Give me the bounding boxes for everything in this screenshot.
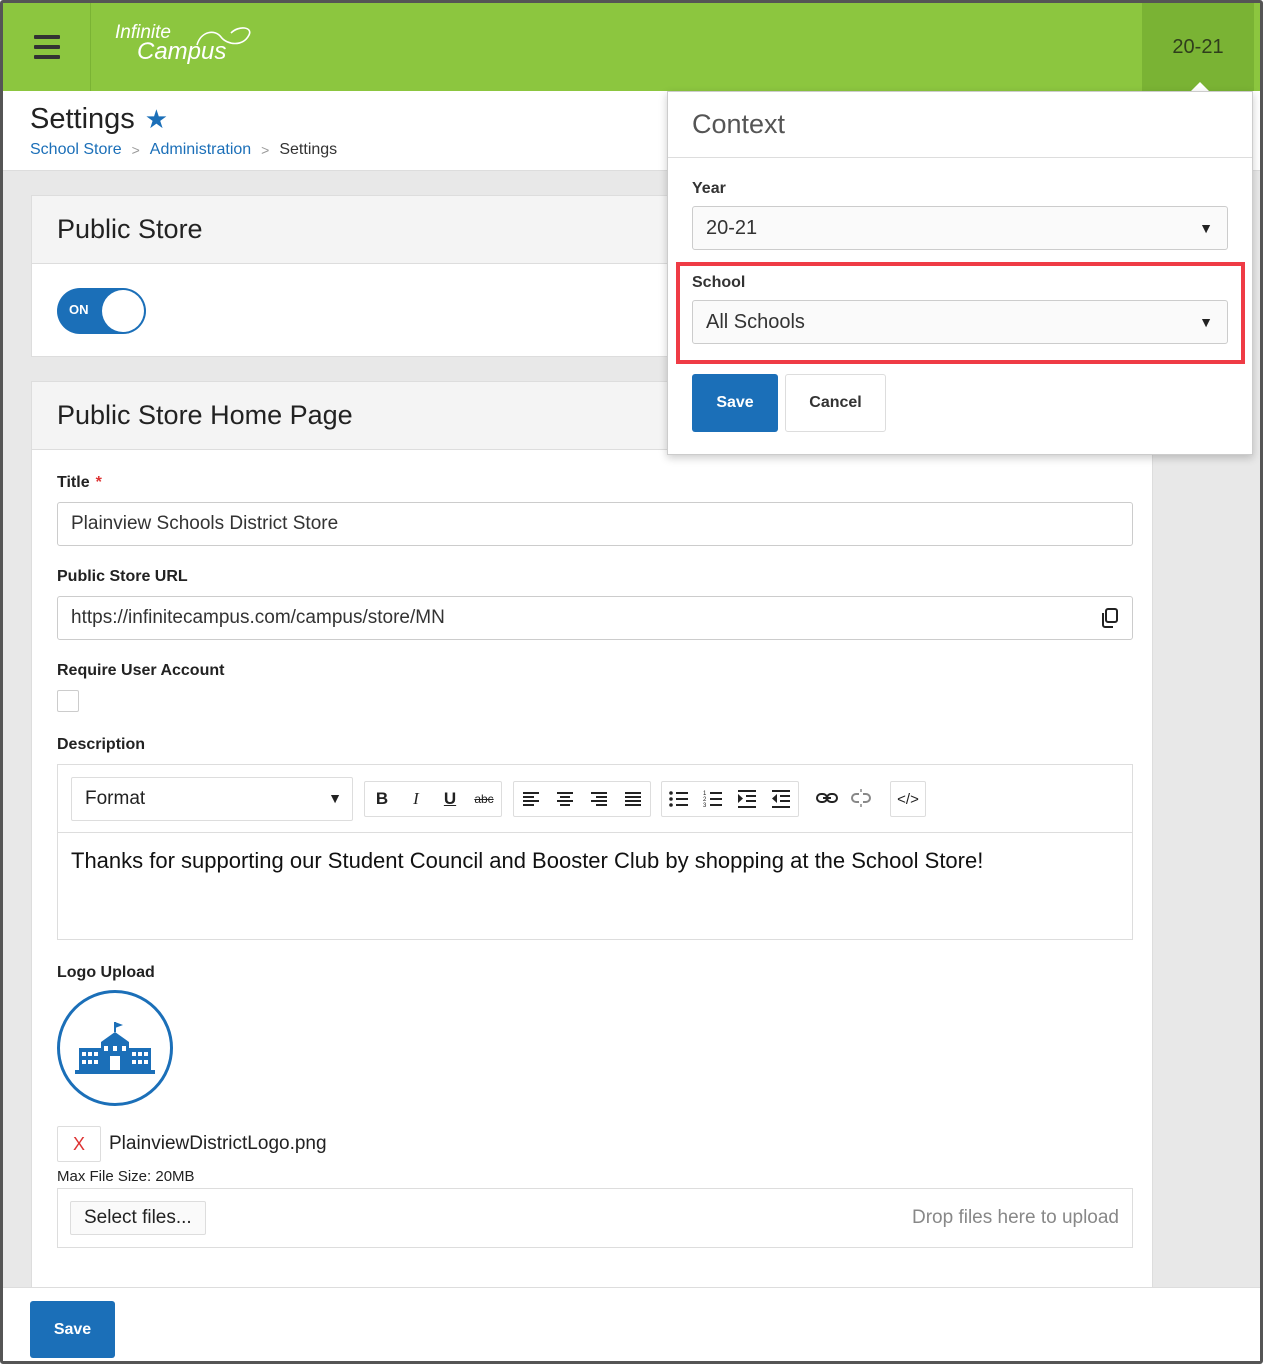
breadcrumb-settings: Settings [279,141,338,158]
page-title-text: Settings [30,103,135,135]
school-select-value: All Schools [706,310,805,333]
school-label: School [692,274,746,291]
context-save-button[interactable]: Save [692,374,778,432]
chevron-right-icon: > [261,142,270,158]
unlink-icon [851,789,871,807]
bullet-list-icon [669,791,688,807]
align-center-icon [557,792,573,806]
toggle-label: ON [69,302,89,317]
page-title: Settings ★ [30,103,168,136]
app-window: Infinite Campus 20-21 Settings ★ School … [0,0,1263,1364]
format-dropdown-value: Format [85,788,146,809]
align-right-button[interactable] [582,782,616,816]
editor-toolbar: Format ▼ B I U abc 123 </> [58,765,1132,833]
public-store-toggle[interactable]: ON [57,288,146,334]
link-button[interactable] [810,781,844,815]
year-select-value: 20-21 [706,216,758,239]
description-label: Description [57,736,146,753]
unlink-button[interactable] [844,781,878,815]
caret-down-icon: ▼ [328,790,342,806]
infinite-campus-logo[interactable]: Infinite Campus [115,23,251,64]
logo-preview [57,990,173,1106]
bullet-list-button[interactable] [662,782,696,816]
uploaded-file-row: X PlainviewDistrictLogo.png [57,1126,327,1162]
description-editor: Format ▼ B I U abc 123 </> Thanks for su… [57,764,1133,940]
drop-files-hint: Drop files here to upload [911,1207,1119,1228]
link-group [810,781,878,817]
public-store-url-field[interactable]: https://infinitecampus.com/campus/store/… [57,596,1133,640]
hamburger-icon [33,32,60,62]
uploaded-file-name: PlainviewDistrictLogo.png [109,1133,327,1154]
justify-button[interactable] [616,782,650,816]
justify-icon [625,792,641,806]
strikethrough-button[interactable]: abc [467,782,501,816]
copy-icon[interactable] [1100,607,1120,635]
chevron-right-icon: > [131,142,140,158]
description-text-area[interactable]: Thanks for supporting our Student Counci… [58,833,1132,889]
title-input[interactable]: Plainview Schools District Store [57,502,1133,546]
breadcrumb: School Store > Administration > Settings [30,141,337,159]
link-icon [816,793,838,803]
format-dropdown[interactable]: Format ▼ [71,777,353,821]
underline-button[interactable]: U [433,782,467,816]
context-popup: Context Year 20-21 ▼ School All Schools … [667,91,1253,455]
public-store-url-label: Public Store URL [57,568,188,585]
require-user-account-label: Require User Account [57,662,225,679]
list-indent-group: 123 [661,781,799,817]
svg-text:3: 3 [703,803,707,808]
required-asterisk: * [95,474,102,491]
italic-button[interactable]: I [399,782,433,816]
footer-action-bar: Save [3,1287,1260,1361]
file-drop-zone[interactable]: Select files... Drop files here to uploa… [57,1188,1133,1248]
school-select[interactable]: All Schools ▼ [692,300,1228,344]
view-html-button[interactable]: </> [891,782,925,816]
top-navigation-bar: Infinite Campus 20-21 [3,3,1260,92]
align-left-button[interactable] [514,782,548,816]
infinity-swirl-icon [196,27,251,46]
home-page-panel: Public Store Home Page Title * Plainview … [31,381,1153,1311]
context-year-selector[interactable]: 20-21 [1142,3,1254,92]
max-file-size-text: Max File Size: 20MB [57,1168,195,1185]
numbered-list-icon: 123 [703,791,722,808]
menu-button[interactable] [3,3,91,91]
toggle-knob [102,290,144,332]
source-group: </> [890,781,926,817]
outdent-button[interactable] [764,782,798,816]
bold-button[interactable]: B [365,782,399,816]
align-right-icon [591,792,607,806]
indent-icon [738,790,756,808]
caret-down-icon: ▼ [1199,220,1213,236]
numbered-list-button[interactable]: 123 [696,782,730,816]
breadcrumb-school-store[interactable]: School Store [30,141,122,159]
title-label: Title * [57,474,102,492]
context-popup-title: Context [668,92,1252,158]
breadcrumb-administration[interactable]: Administration [150,141,251,159]
require-user-account-checkbox[interactable] [57,690,79,712]
title-label-text: Title [57,474,90,491]
school-building-icon [75,1022,155,1074]
select-files-button[interactable]: Select files... [70,1201,206,1235]
outdent-icon [772,790,790,808]
year-label: Year [692,180,726,197]
year-select[interactable]: 20-21 ▼ [692,206,1228,250]
logo-upload-label: Logo Upload [57,964,155,981]
caret-down-icon: ▼ [1199,314,1213,330]
align-center-button[interactable] [548,782,582,816]
indent-button[interactable] [730,782,764,816]
favorite-star-icon[interactable]: ★ [145,104,168,135]
context-cancel-button[interactable]: Cancel [785,374,886,432]
align-left-icon [523,792,539,806]
public-store-url-value: https://infinitecampus.com/campus/store/… [71,607,445,628]
alignment-group [513,781,651,817]
remove-file-button[interactable]: X [57,1126,101,1162]
save-button[interactable]: Save [30,1301,115,1358]
text-style-group: B I U abc [364,781,502,817]
